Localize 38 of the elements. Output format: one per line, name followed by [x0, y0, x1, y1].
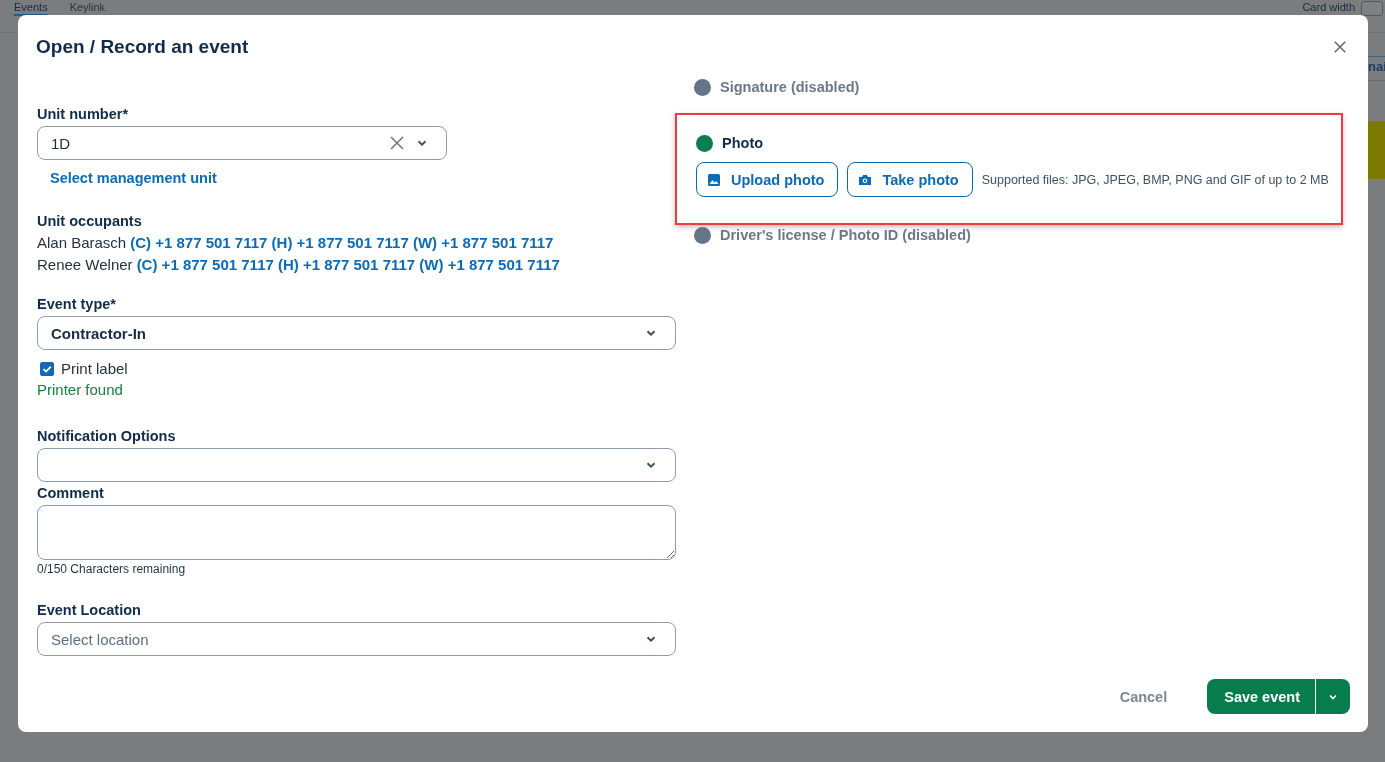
section-label: Driver's license / Photo ID (disabled) — [720, 227, 971, 243]
field-label: Event Location — [37, 602, 141, 618]
character-counter: 0/150 Characters remaining — [37, 562, 186, 576]
clear-icon[interactable] — [389, 135, 405, 151]
notification-select[interactable] — [37, 448, 676, 482]
event-type-select[interactable]: Contractor-In — [37, 316, 676, 350]
take-photo-button[interactable]: Take photo — [847, 162, 973, 197]
field-label: Event type* — [37, 296, 116, 312]
field-label: Unit number* — [37, 106, 129, 122]
camera-icon — [858, 172, 873, 187]
location-select[interactable]: Select location — [37, 622, 676, 656]
dialog-title: Open / Record an event — [36, 36, 250, 58]
link[interactable]: Select management unit — [50, 170, 217, 186]
tab[interactable]: Keylink — [69, 1, 106, 16]
save-event-button[interactable]: Save event — [1207, 679, 1315, 714]
field-label: Unit occupants — [37, 213, 142, 229]
field-label: Notification Options — [37, 428, 176, 444]
phone-link[interactable]: (C) +1 877 501 7117 (H) +1 877 501 7117 (W) +1 877 501 7117 — [136, 254, 560, 276]
cancel-button[interactable]: Cancel — [1113, 687, 1174, 706]
checkbox-label: Print label — [61, 360, 128, 377]
phone-link[interactable]: (C) +1 877 501 7117 (H) +1 877 501 7117 (W) +1 877 501 7117 — [130, 232, 554, 254]
field-value: Contractor-In — [51, 324, 146, 342]
occupant-name: Renee Welner — [37, 255, 133, 275]
checkbox[interactable] — [40, 361, 54, 376]
upload-photo-button[interactable]: Upload photo — [696, 162, 839, 197]
comment-field[interactable] — [37, 505, 676, 560]
printer-status: Printer found — [37, 381, 123, 398]
field-value: 1D — [51, 134, 71, 152]
section-label: Signature (disabled) — [720, 79, 860, 95]
supported-files-note: Supported files: JPG, JPEG, BMP, PNG and GIF of up to 2 MB — [981, 172, 1329, 187]
placeholder: Select location — [51, 630, 149, 648]
card-width-label: Card width — [1302, 1, 1355, 13]
image-icon — [707, 172, 721, 187]
field-label: Comment — [37, 485, 104, 501]
unit-number-field[interactable]: 1D — [37, 126, 447, 160]
section-label: Photo — [722, 135, 764, 151]
occupant-name: Alan Barasch — [37, 233, 127, 253]
close-icon[interactable] — [1333, 40, 1347, 54]
